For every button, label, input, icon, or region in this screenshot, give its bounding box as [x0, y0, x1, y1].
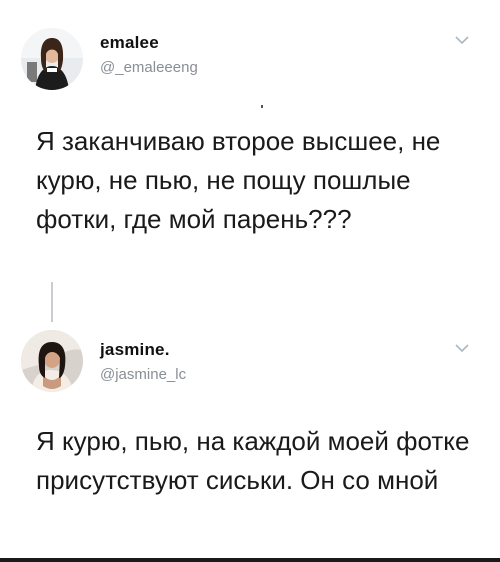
tweet-text: Я заканчиваю второе высшее, не курю, не …	[36, 126, 441, 234]
tweet-card-jasmine[interactable]: jasmine. @jasmine_lc Я курю, пью, на каж…	[0, 300, 500, 562]
avatar-emalee[interactable]	[21, 28, 83, 90]
display-name[interactable]: emalee	[100, 33, 159, 53]
tweet-text: Я курю, пью, на каждой моей фотке присут…	[36, 426, 470, 495]
display-name[interactable]: jasmine.	[100, 340, 170, 360]
tweet-card-emalee[interactable]: emalee @_emaleeeng Я заканчиваю второе в…	[0, 0, 500, 300]
chevron-down-icon[interactable]	[455, 35, 469, 45]
user-handle[interactable]: @_emaleeeng	[100, 59, 198, 76]
avatar-jasmine[interactable]	[21, 330, 83, 392]
chevron-down-icon[interactable]	[455, 343, 469, 353]
bottom-divider	[0, 558, 500, 562]
user-handle[interactable]: @jasmine_lc	[100, 366, 186, 383]
stray-mark	[261, 105, 263, 108]
